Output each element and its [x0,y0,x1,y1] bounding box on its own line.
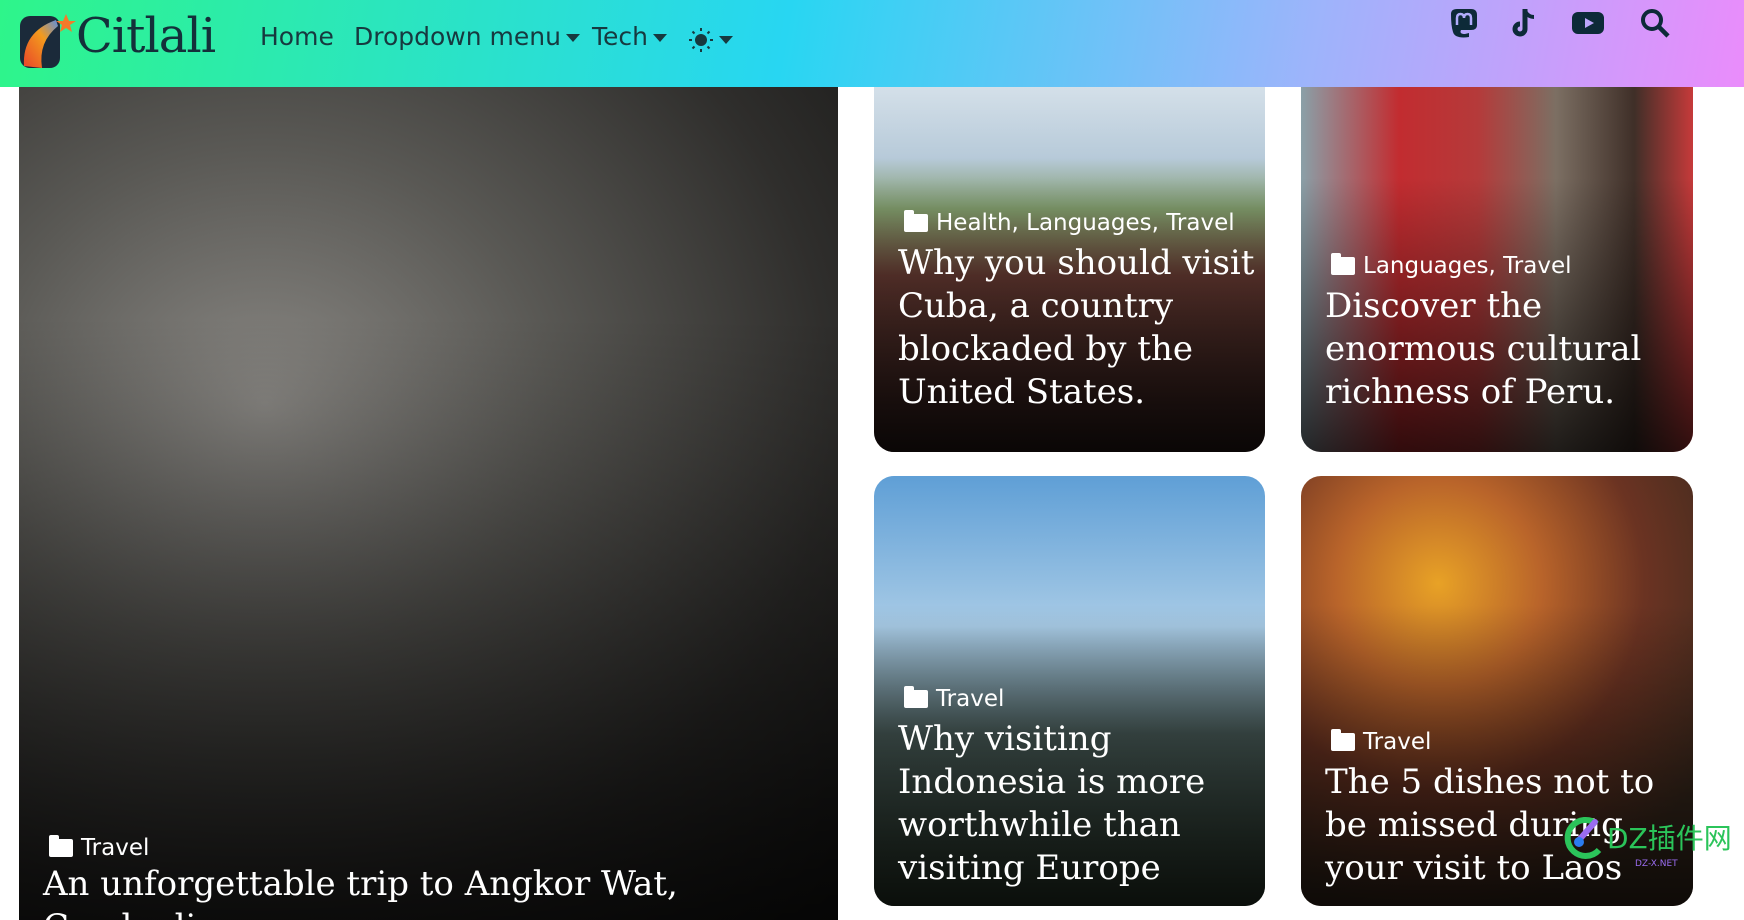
category-label: Travel [1363,729,1432,755]
navbar: Citlali Home Dropdown menu Tech [0,0,1744,87]
caret-down-icon [565,34,580,42]
post-category[interactable]: Languages, Travel [1331,253,1571,279]
post-title[interactable]: Why you should visit Cuba, a country blo… [898,242,1259,414]
brand-name[interactable]: Citlali [76,8,216,64]
nav-tech-label: Tech [592,22,648,51]
post-card[interactable]: Languages, Travel Discover the enormous … [1301,60,1693,452]
watermark-logo: DZ插件网 DZ-X.NET [1564,817,1732,868]
folder-icon [904,210,928,232]
post-card[interactable]: Health, Languages, Travel Why you should… [874,60,1265,452]
youtube-icon[interactable] [1570,6,1606,40]
post-title[interactable]: Why visiting Indonesia is more worthwhil… [898,718,1259,890]
post-title[interactable]: Discover the enormous cultural richness … [1325,285,1687,414]
sun-icon [689,28,713,52]
caret-down-icon [719,36,733,44]
theme-toggle[interactable] [688,24,733,53]
category-label: Health, Languages, Travel [936,210,1235,236]
svg-text:DZ-X.NET: DZ-X.NET [1635,859,1678,868]
citlali-logo-icon[interactable] [18,12,78,70]
caret-down-icon [653,34,667,42]
post-category[interactable]: Travel [49,835,149,861]
folder-icon [1331,729,1355,751]
folder-icon [49,835,73,857]
post-title[interactable]: An unforgettable trip to Angkor Wat, Cam… [43,863,832,920]
svg-text:DZ插件网: DZ插件网 [1607,822,1732,855]
nav-tech[interactable]: Tech [592,22,667,51]
category-label: Languages, Travel [1363,253,1572,279]
nav-home[interactable]: Home [260,22,334,51]
post-category[interactable]: Health, Languages, Travel [904,210,1235,236]
search-icon[interactable] [1638,6,1672,40]
folder-icon [1331,253,1355,275]
post-category[interactable]: Travel [904,686,1004,712]
category-label: Travel [81,835,150,861]
post-card[interactable]: Travel Why visiting Indonesia is more wo… [874,476,1265,906]
nav-dropdown-menu[interactable]: Dropdown menu [354,22,580,51]
post-category[interactable]: Travel [1331,729,1431,755]
featured-post-card[interactable]: Travel An unforgettable trip to Angkor W… [19,60,838,920]
mastodon-icon[interactable] [1447,6,1481,40]
category-label: Travel [936,686,1005,712]
tiktok-icon[interactable] [1508,6,1542,40]
folder-icon [904,686,928,708]
nav-dropdown-label: Dropdown menu [354,22,561,51]
